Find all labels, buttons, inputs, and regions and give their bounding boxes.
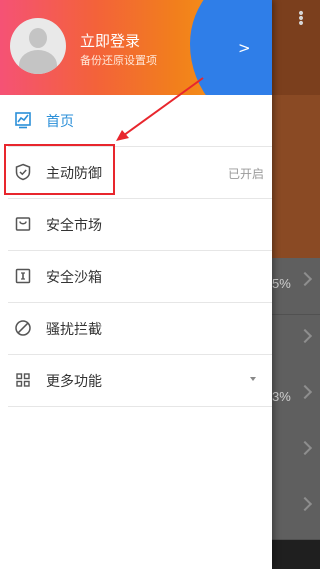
- menu-item-label: 安全沙箱: [46, 270, 102, 286]
- block-circle-icon: [15, 320, 31, 336]
- menu-item-more-features[interactable]: 更多功能: [0, 355, 272, 407]
- market-bag-icon: [15, 217, 31, 231]
- login-subtitle: 备份还原设置项: [80, 54, 157, 67]
- overflow-menu-icon[interactable]: • • •: [296, 7, 306, 31]
- login-title[interactable]: 立即登录: [80, 30, 140, 51]
- menu-item-label: 安全市场: [46, 218, 102, 234]
- background-header-top: [270, 0, 320, 95]
- background-row-value: 5%: [272, 276, 291, 291]
- chevron-down-icon[interactable]: [250, 377, 256, 381]
- chevron-right-icon: [297, 271, 313, 287]
- menu-item-security-market[interactable]: 安全市场: [0, 199, 272, 251]
- background-list-row[interactable]: [270, 427, 320, 484]
- background-bottom-bar: [270, 540, 320, 569]
- background-row-value: 3%: [272, 389, 291, 404]
- menu-item-sandbox[interactable]: 安全沙箱: [0, 251, 272, 303]
- chevron-right-icon: [297, 384, 313, 400]
- navigation-drawer: 立即登录 备份还原设置项 > 首页 主动防御 已开启 安全市场 安全沙箱 骚扰拦…: [0, 0, 272, 569]
- menu-item-label: 骚扰拦截: [46, 322, 102, 338]
- avatar[interactable]: [10, 18, 66, 74]
- chevron-right-icon: [297, 496, 313, 512]
- avatar-body: [19, 50, 57, 74]
- profile-header[interactable]: 立即登录 备份还原设置项 >: [0, 0, 272, 95]
- background-list-row[interactable]: 5%: [270, 258, 320, 315]
- menu-item-home[interactable]: 首页: [0, 95, 272, 147]
- sandbox-box-icon: [15, 268, 31, 284]
- menu-item-label: 更多功能: [46, 374, 102, 390]
- grid-icon: [16, 373, 30, 387]
- annotation-highlight-box: [4, 144, 115, 195]
- background-list-row[interactable]: [270, 315, 320, 372]
- chevron-right-icon: [297, 440, 313, 456]
- header-decoration: [190, 0, 272, 95]
- menu-item-label: 首页: [46, 114, 74, 130]
- chevron-right-icon[interactable]: >: [238, 39, 251, 57]
- background-list-row[interactable]: 3%: [270, 371, 320, 428]
- background-list-row[interactable]: [270, 483, 320, 540]
- menu-item-harassment-block[interactable]: 骚扰拦截: [0, 303, 272, 355]
- status-badge: 已开启: [227, 167, 264, 181]
- home-chart-icon: [15, 112, 31, 129]
- divider: [8, 406, 272, 407]
- avatar-head: [29, 28, 47, 48]
- chevron-right-icon: [297, 328, 313, 344]
